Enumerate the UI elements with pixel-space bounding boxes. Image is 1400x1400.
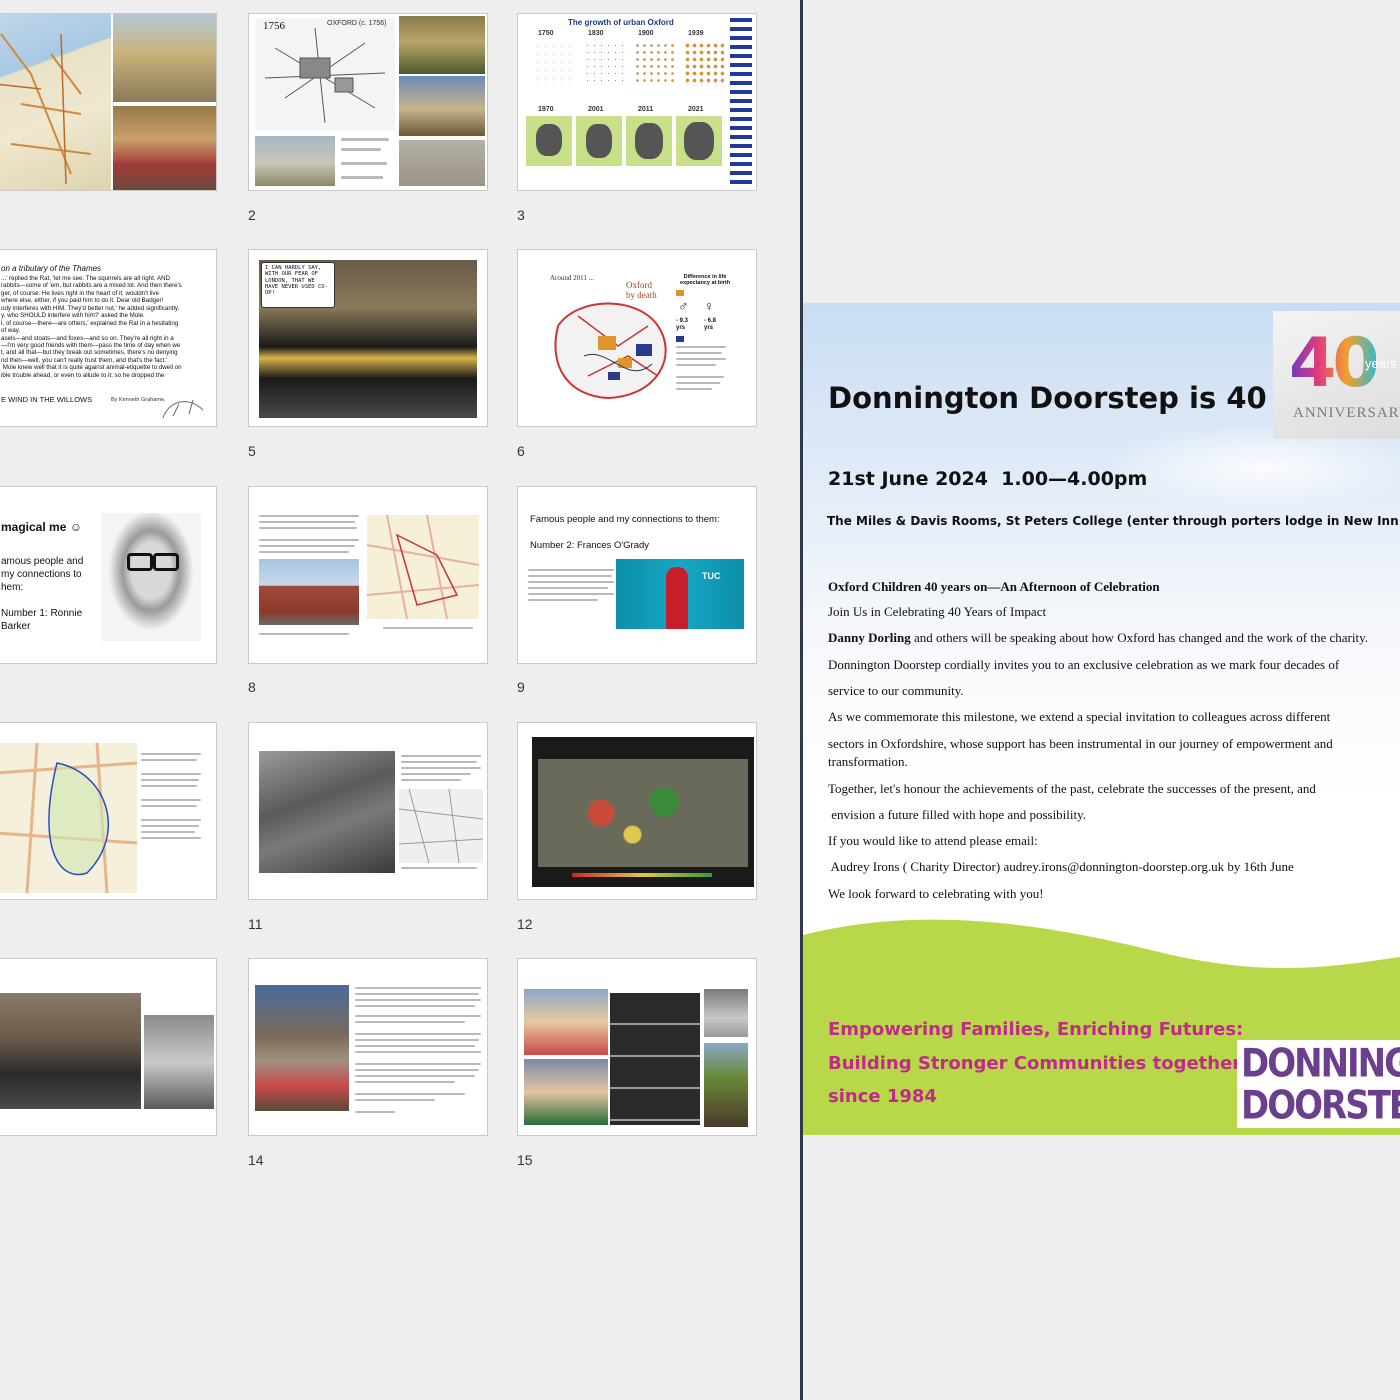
badge-anniversary: ANNIVERSARY [1293, 405, 1400, 421]
book-author: By Kenneth Grahame, [111, 397, 166, 403]
road-network-lines [0, 33, 92, 185]
slide-thumbnail-7[interactable]: magical me ☺ amous people and my connect… [0, 486, 217, 664]
slide-thumbnail-10[interactable] [0, 722, 217, 900]
slide-thumbnail-4[interactable]: on a tributary of the Thames ...' replie… [0, 249, 217, 427]
festival-photo [113, 106, 216, 190]
hut-photo [113, 14, 216, 102]
growth-maps-top-row: 1750 1830 1900 1939 [524, 30, 724, 100]
slide-number-3: 3 [517, 207, 525, 223]
male-symbol: ♂ [678, 298, 689, 314]
baby-photo [144, 1015, 214, 1109]
family-group-photo [0, 993, 141, 1109]
slide-heading: Famous people and my connections to them… [530, 514, 720, 525]
life-expectancy-heading: Difference in life expectancy at birth [680, 274, 731, 287]
slide-thumbnail-15[interactable] [517, 958, 757, 1136]
slide-thumbnail-1[interactable] [0, 13, 217, 191]
slide-sorter-pane[interactable]: 1756 OXFORD (c. 1756) 2 The growth of ur… [0, 0, 800, 1400]
slide-number-14: 14 [248, 1152, 264, 1168]
event-date: 21st June 2024 1.00—4.00pm [828, 468, 1148, 490]
slide-thumbnail-8[interactable] [248, 486, 488, 664]
slide-number-8: 8 [248, 679, 256, 695]
event-venue: The Miles & Davis Rooms, St Peters Colle… [827, 514, 1400, 528]
event-title: Oxford Children 40 years on—An Afternoon… [828, 579, 1160, 594]
slide-thumbnail-2[interactable]: 1756 OXFORD (c. 1756) [248, 13, 488, 191]
street-plan [398, 788, 484, 864]
slide-number-9: 9 [517, 679, 525, 695]
speaker-name: Danny Dorling [828, 630, 911, 645]
anniversary-badge: 40 years ANNIVERSARY [1273, 311, 1400, 439]
street-map [366, 514, 480, 620]
slide-thumbnail-11[interactable] [248, 722, 488, 900]
aerial-photo [259, 751, 395, 873]
map-year-label: 1756 [263, 20, 285, 32]
slide-heading: on a tributary of the Thames [1, 264, 102, 273]
poster-title: Donnington Doorstep is 40 [828, 381, 1267, 415]
speakers-line: Danny Dorling and others will be speakin… [828, 630, 1368, 645]
slide-number-15: 15 [517, 1152, 533, 1168]
speaker-photo: TUC [616, 559, 744, 629]
willows-excerpt: ...' replied the Rat, 'let me see. The s… [1, 275, 182, 379]
male-gap-value: - 9.3 yrs [676, 318, 689, 331]
slide-thumbnail-13[interactable] [0, 958, 217, 1136]
slide-subheading: Number 2: Frances O'Grady [530, 540, 650, 551]
slide-thumbnail-6[interactable]: Around 2011 ... Oxford by death Differen… [517, 249, 757, 427]
slide-body: amous people and my connections to hem: … [1, 556, 84, 632]
stone-wall-painting [399, 140, 485, 186]
slide-title: magical me ☺ [1, 520, 82, 534]
landscape-painting [399, 16, 485, 74]
city-skyline-painting [399, 76, 485, 136]
slide-number-6: 6 [517, 443, 525, 459]
slide-number-12: 12 [517, 916, 533, 932]
badge-number: 40 [1289, 324, 1380, 403]
garden-photo [704, 1043, 748, 1127]
childhood-photo-1 [524, 989, 608, 1055]
slide-thumbnail-12[interactable] [517, 722, 757, 900]
oxford-1756-map [255, 18, 395, 130]
book-title: E WIND IN THE WILLOWS [1, 395, 93, 404]
tagline-line-2: Building Stronger Communities together [828, 1053, 1242, 1074]
school-building-photo [259, 559, 359, 625]
badge-years: years [1365, 356, 1397, 371]
tagline-line-3: since 1984 [828, 1086, 937, 1107]
life-expectancy-map [554, 302, 667, 400]
slide-number-5: 5 [248, 443, 256, 459]
female-symbol: ♀ [704, 298, 715, 314]
portrait-photo [101, 513, 201, 641]
document-preview-pane[interactable]: Donnington Doorstep is 40 40 years ANNIV… [803, 0, 1400, 1400]
photo-booth-strip [610, 993, 700, 1125]
slide-thumbnail-5[interactable]: I CAN HARDLY SAY, WITH OUR FEAR OF LONDO… [248, 249, 488, 427]
contact-email-line[interactable]: Audrey Irons ( Charity Director) audrey.… [828, 859, 1294, 875]
coat-of-arms-strip [730, 18, 752, 184]
speech-bubble: I CAN HARDLY SAY, WITH OUR FEAR OF LONDO… [261, 262, 335, 308]
baby-photo [704, 989, 748, 1037]
slide-number-2: 2 [248, 207, 256, 223]
childhood-photo-2 [524, 1059, 608, 1125]
growth-maps-bottom-row: 1970 2001 2011 2021 [524, 106, 724, 174]
growth-chart-title: The growth of urban Oxford [568, 18, 674, 27]
slide-thumbnail-9[interactable]: Famous people and my connections to them… [517, 486, 757, 664]
deprivation-map [532, 737, 754, 887]
estate-map [0, 742, 138, 894]
slide-thumbnail-14[interactable] [248, 958, 488, 1136]
archive-photo [255, 985, 349, 1111]
tagline-line-1: Empowering Families, Enriching Futures: [828, 1019, 1244, 1040]
event-poster: Donnington Doorstep is 40 40 years ANNIV… [803, 303, 1400, 1135]
charity-logo: DONNINGTON DOORSTEP [1237, 1040, 1400, 1128]
watercolour-painting [255, 136, 335, 186]
slide-thumbnail-3[interactable]: The growth of urban Oxford 1750 1830 190… [517, 13, 757, 191]
event-subtitle: Join Us in Celebrating 40 Years of Impac… [828, 604, 1047, 619]
female-gap-value: - 6.8 yrs [704, 318, 717, 331]
map-caption: OXFORD (c. 1756) [327, 20, 387, 27]
rat-illustration [162, 399, 204, 419]
slide-number-11: 11 [248, 916, 263, 932]
